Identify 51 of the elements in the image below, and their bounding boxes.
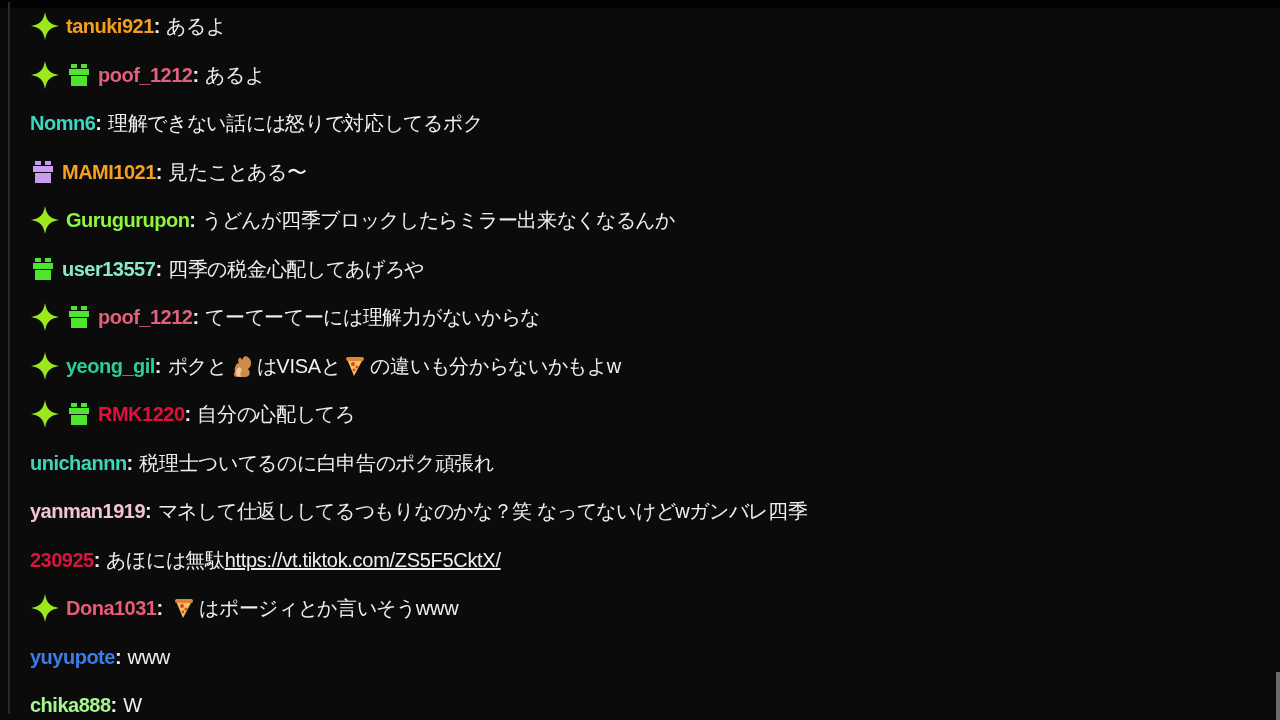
username[interactable]: RMK1220 — [98, 399, 185, 430]
pizza-icon — [173, 597, 196, 620]
message-text: 見たことある〜 — [168, 159, 307, 185]
message-text: あるよ — [166, 14, 226, 40]
username[interactable]: MAMI1021 — [62, 156, 156, 187]
colon: : — [156, 596, 164, 622]
message-text: あるよ — [205, 62, 265, 88]
message-text: www — [127, 644, 170, 670]
colon: : — [192, 62, 200, 88]
username[interactable]: Dona1031 — [66, 593, 157, 624]
username[interactable]: Nomn6 — [30, 108, 96, 139]
username[interactable]: poof_1212 — [98, 302, 193, 333]
colon: : — [155, 159, 163, 185]
username[interactable]: user13557 — [62, 253, 156, 284]
message-text: あほには無駄 — [106, 547, 225, 573]
message-text: てーてーてーには理解力がないからな — [205, 305, 540, 331]
username[interactable]: poof_1212 — [98, 59, 193, 90]
pizza-icon — [344, 354, 367, 377]
colon: : — [95, 111, 102, 137]
username[interactable]: chika888 — [30, 690, 111, 720]
username[interactable]: 230925 — [30, 544, 94, 575]
message-text: 理解できない話には怒りで対応してるポク — [107, 111, 483, 137]
colon: : — [184, 402, 192, 428]
message-text: ポクと — [167, 353, 227, 379]
colon: : — [114, 644, 122, 670]
message-text: 四季の税金心配してあげろや — [168, 256, 425, 282]
message-link[interactable]: https://vt.tiktok.com/ZS5F5CktX/ — [224, 544, 501, 575]
message-text: 自分の心配してろ — [197, 402, 355, 428]
message-text: はポージィとか言いそうwww — [199, 596, 459, 622]
username[interactable]: yuyupote — [30, 641, 115, 672]
username[interactable]: tanuki921 — [66, 11, 154, 42]
colon: : — [110, 693, 118, 719]
colon: : — [153, 14, 161, 40]
message-text: 税理士ついてるのに白申告のポク頑張れ — [139, 450, 494, 476]
username[interactable]: unichannn — [30, 447, 127, 478]
colon: : — [189, 208, 197, 234]
colon: : — [155, 256, 163, 282]
colon: : — [145, 499, 152, 525]
message-text: マネして仕返ししてるつもりなのかな？笑 なってないけどwガンバレ四季 — [157, 499, 808, 525]
colon: : — [192, 305, 200, 331]
message-text: うどんが四季ブロックしたらミラー出来なくなるんか — [202, 208, 675, 234]
colon: : — [126, 450, 134, 476]
colon: : — [154, 353, 162, 379]
message-text: はVISAと — [256, 353, 341, 379]
message-text: の違いも分からないかもよw — [370, 353, 621, 379]
username[interactable]: Gurugurupon — [66, 205, 190, 236]
message-text: W — [123, 693, 142, 719]
username[interactable]: yeong_gil — [66, 350, 155, 381]
scrollbar-thumb[interactable] — [1276, 672, 1280, 720]
colon: : — [93, 547, 101, 573]
username[interactable]: yanman1919 — [30, 496, 146, 527]
